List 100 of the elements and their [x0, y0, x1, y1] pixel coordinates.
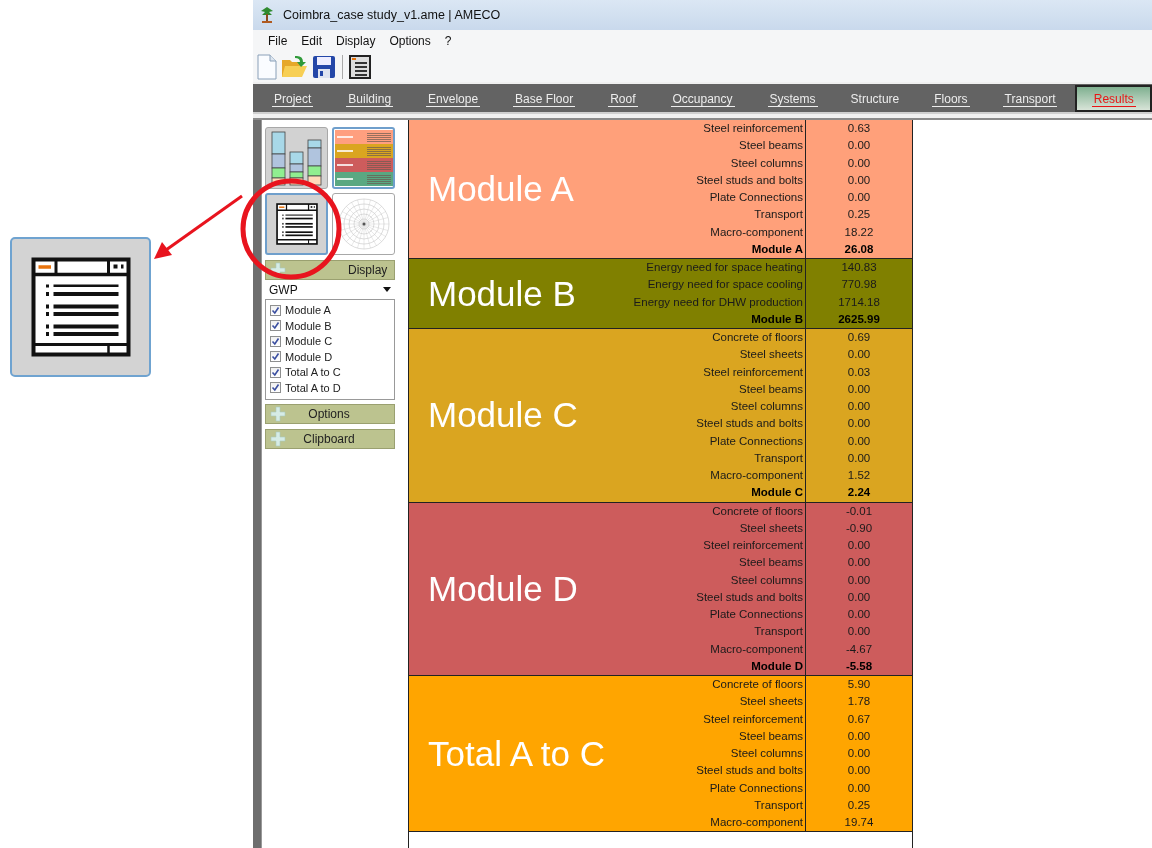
- row-label: Steel columns: [620, 571, 806, 589]
- row-label: Energy need for space cooling: [620, 276, 806, 294]
- row-label: Macro-component: [620, 467, 806, 485]
- tab[interactable]: Structure: [850, 90, 900, 106]
- menu-item[interactable]: ?: [437, 32, 459, 50]
- module-checkbox[interactable]: Module C: [270, 335, 390, 347]
- module-checkbox[interactable]: Module D: [270, 350, 390, 363]
- menu-item[interactable]: Edit: [294, 32, 330, 50]
- row-label: Energy need for space heating: [620, 259, 806, 277]
- row-label: Macro-component: [620, 814, 806, 832]
- tab[interactable]: Base Floor: [513, 90, 576, 106]
- row-value: 0.69: [846, 330, 872, 345]
- tab[interactable]: Envelope: [426, 90, 481, 106]
- total-value: -5.58: [844, 658, 874, 674]
- module-checkbox[interactable]: Module A: [270, 304, 390, 316]
- total-value: 2625.99: [837, 311, 881, 327]
- row-label: Steel sheets: [620, 693, 806, 711]
- total-label: Module D: [620, 657, 806, 675]
- tab[interactable]: Transport: [1002, 90, 1058, 106]
- list-view-icon[interactable]: [349, 55, 371, 79]
- total-value: 2.24: [846, 485, 872, 501]
- row-label: Steel reinforcement: [620, 363, 806, 381]
- row-value: 0.00: [846, 433, 872, 449]
- row-value: 0.00: [846, 555, 872, 571]
- row-label: Energy need for DHW production: [620, 293, 806, 311]
- row-value: 0.00: [846, 624, 872, 640]
- module-title: Module D: [428, 568, 578, 609]
- row-value: 0.00: [846, 589, 872, 605]
- row-value: 0.00: [846, 190, 872, 205]
- row-value: 0.00: [846, 763, 872, 779]
- tab[interactable]: Floors: [932, 90, 970, 106]
- row-value: 0.00: [846, 155, 872, 171]
- row-value: 0.00: [846, 381, 872, 397]
- row-value: 0.25: [846, 797, 872, 813]
- list-view-icon: [275, 203, 318, 245]
- row-label: Concrete of floors: [620, 502, 806, 520]
- total-value: 26.08: [843, 241, 875, 257]
- dropdown-arrow-icon: [383, 287, 391, 292]
- row-value: 0.03: [846, 364, 872, 380]
- row-label: Steel studs and bolts: [620, 762, 806, 780]
- row-value: 5.90: [846, 677, 872, 692]
- row-value: -0.90: [844, 520, 874, 536]
- row-value: 19.74: [843, 815, 875, 830]
- row-value: 0.00: [846, 172, 872, 188]
- row-label: Steel columns: [620, 154, 806, 172]
- plus-icon: [270, 430, 286, 447]
- tab[interactable]: Project: [272, 90, 314, 106]
- tab[interactable]: Occupancy: [670, 90, 735, 106]
- row-value: 0.00: [846, 450, 872, 466]
- module-checkbox[interactable]: Module B: [270, 319, 390, 332]
- row-value: -0.01: [844, 503, 874, 519]
- plus-icon: [270, 405, 286, 422]
- row-label: Concrete of floors: [620, 676, 806, 694]
- row-label: Macro-component: [620, 640, 806, 658]
- tree-icon: [259, 6, 275, 24]
- view-button[interactable]: [265, 193, 328, 255]
- row-label: Transport: [620, 206, 806, 224]
- options-header[interactable]: Options: [265, 403, 395, 424]
- row-value: 770.98: [840, 277, 878, 293]
- row-label: Plate Connections: [620, 779, 806, 797]
- menu-item[interactable]: File: [261, 32, 295, 50]
- module-title: Module C: [428, 395, 578, 436]
- menu-item[interactable]: Options: [382, 32, 438, 50]
- row-label: Steel beams: [620, 727, 806, 745]
- module-title: Total A to C: [428, 733, 606, 774]
- module-checkbox[interactable]: Total A to C: [270, 366, 390, 378]
- module-title: Module B: [428, 273, 576, 314]
- menu-item[interactable]: Display: [329, 32, 383, 50]
- window-title: Coimbra_case study_v1.ame | AMECO: [283, 8, 501, 22]
- row-label: Steel beams: [620, 380, 806, 398]
- row-label: Macro-component: [620, 223, 806, 241]
- row-value: -4.67: [844, 641, 874, 657]
- stacked-bar-chart-icon: [268, 130, 325, 186]
- plus-icon: [270, 262, 286, 278]
- tab[interactable]: Systems: [767, 90, 818, 106]
- folder-icon[interactable]: [281, 54, 309, 80]
- row-label: Plate Connections: [620, 606, 806, 624]
- row-value: 0.00: [846, 780, 872, 796]
- row-label: Steel reinforcement: [620, 537, 806, 555]
- row-value: 0.00: [846, 572, 872, 588]
- total-label: Module C: [620, 484, 806, 502]
- row-value: 0.67: [846, 711, 872, 727]
- row-label: Steel beams: [620, 554, 806, 572]
- row-label: Steel studs and bolts: [620, 415, 806, 433]
- row-label: Steel studs and bolts: [620, 171, 806, 189]
- tab[interactable]: Building: [346, 90, 394, 106]
- tab[interactable]: Roof: [608, 90, 638, 106]
- results-thumbnail: [334, 130, 393, 186]
- row-value: 1714.18: [837, 294, 881, 310]
- row-value: 1.52: [846, 468, 872, 483]
- row-label: Steel studs and bolts: [620, 588, 806, 606]
- module-checkbox[interactable]: Total A to D: [270, 381, 390, 394]
- clipboard-header[interactable]: Clipboard: [265, 428, 395, 449]
- row-value: 0.00: [846, 607, 872, 622]
- row-value: 0.00: [846, 138, 872, 154]
- list-view-icon: [30, 257, 131, 357]
- row-value: 0.00: [846, 399, 872, 414]
- row-value: 140.83: [840, 260, 878, 275]
- row-label: Transport: [620, 623, 806, 641]
- row-label: Steel beams: [620, 137, 806, 155]
